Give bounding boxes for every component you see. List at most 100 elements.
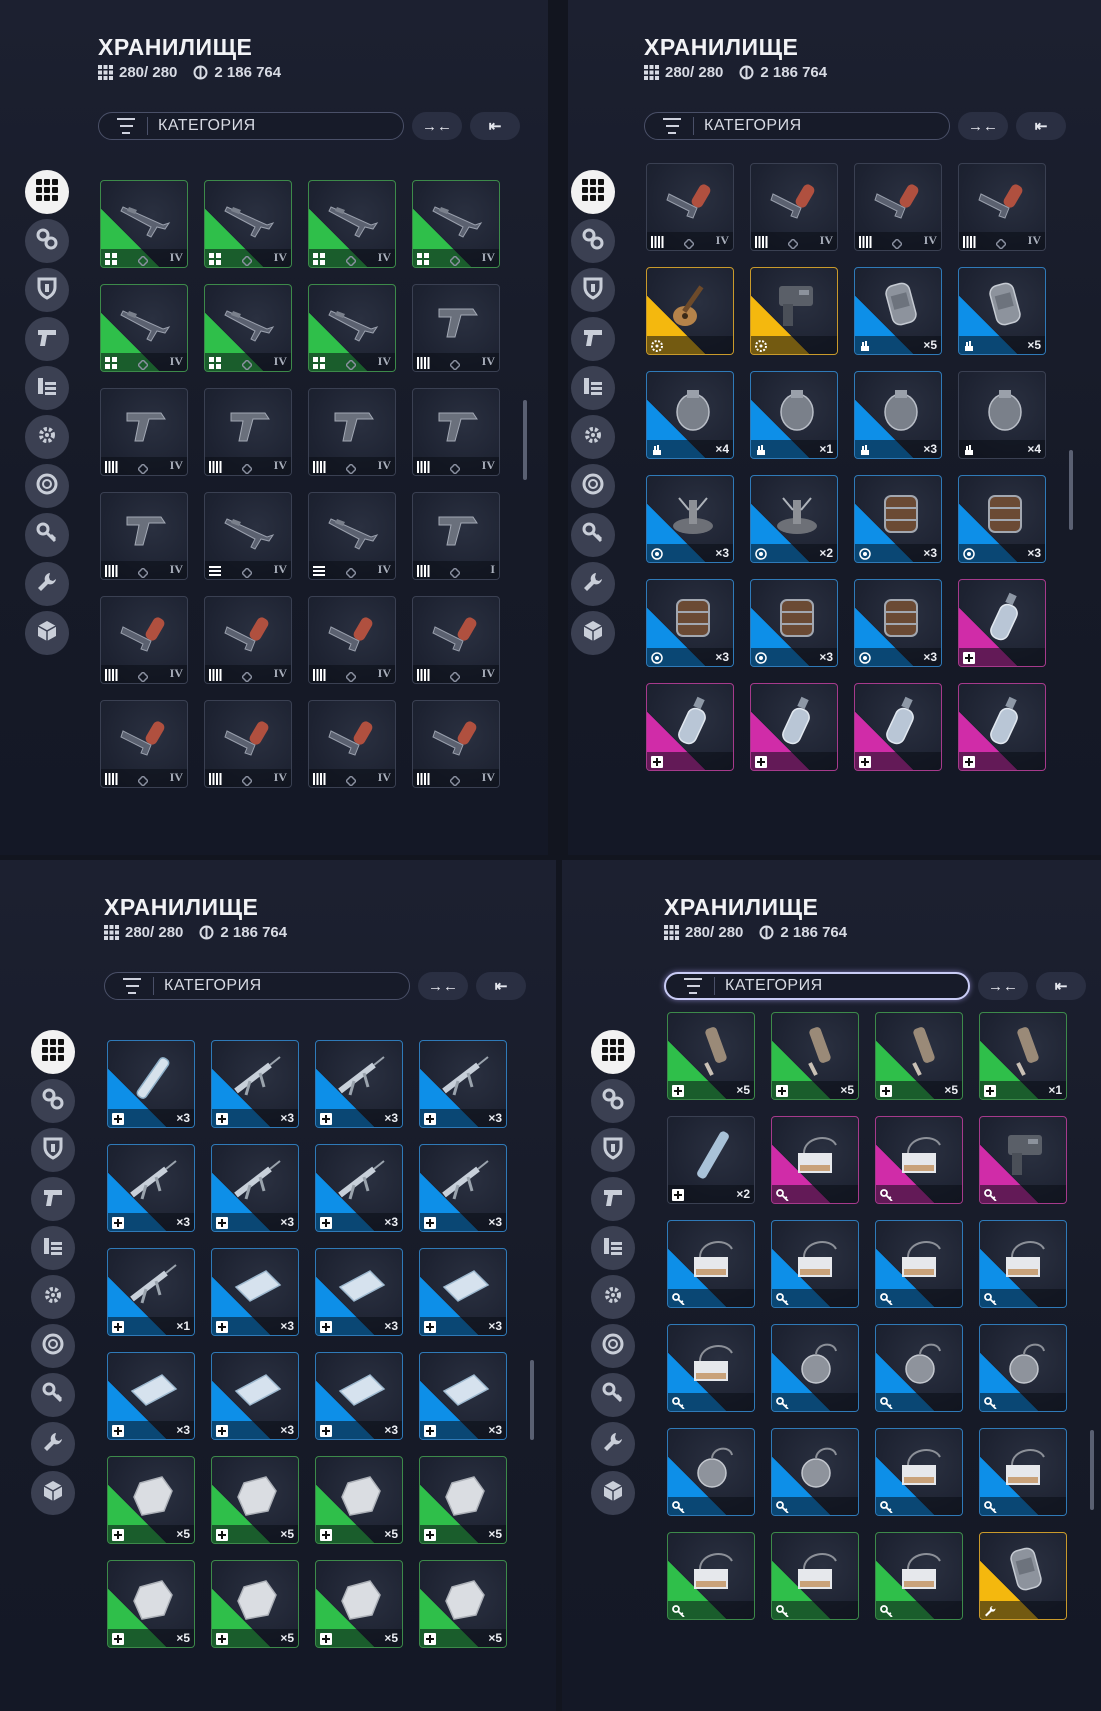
inventory-slot[interactable]: [875, 1220, 963, 1308]
inventory-slot[interactable]: ×2: [750, 475, 838, 563]
sidebar-ammo-button[interactable]: [591, 1226, 635, 1270]
inventory-slot[interactable]: IV: [204, 700, 292, 788]
sidebar-ammo-button[interactable]: [25, 366, 69, 410]
inventory-slot[interactable]: [771, 1220, 859, 1308]
inventory-slot[interactable]: ×3: [854, 475, 942, 563]
sidebar-crate-button[interactable]: [25, 611, 69, 655]
inventory-slot[interactable]: ×3: [646, 579, 734, 667]
inventory-slot[interactable]: ×3: [107, 1040, 195, 1128]
scrollbar[interactable]: [1069, 450, 1073, 530]
inventory-slot[interactable]: ×3: [419, 1248, 507, 1336]
inventory-slot[interactable]: [979, 1116, 1067, 1204]
sidebar-gear-parts-button[interactable]: [571, 415, 615, 459]
inventory-slot[interactable]: [979, 1324, 1067, 1412]
inventory-slot[interactable]: IV: [100, 388, 188, 476]
inventory-slot[interactable]: IV: [100, 284, 188, 372]
inventory-slot[interactable]: IV: [204, 388, 292, 476]
inventory-slot[interactable]: ×3: [646, 475, 734, 563]
sidebar-crate-button[interactable]: [31, 1471, 75, 1515]
inventory-slot[interactable]: ×3: [419, 1352, 507, 1440]
inventory-slot[interactable]: IV: [412, 596, 500, 684]
inventory-slot[interactable]: ×3: [315, 1040, 403, 1128]
inventory-slot[interactable]: ×1: [979, 1012, 1067, 1100]
sidebar-wrench-button[interactable]: [25, 562, 69, 606]
inventory-slot[interactable]: IV: [412, 284, 500, 372]
inventory-slot[interactable]: IV: [100, 492, 188, 580]
inventory-slot[interactable]: ×3: [419, 1040, 507, 1128]
inventory-slot[interactable]: IV: [100, 180, 188, 268]
inventory-slot[interactable]: [771, 1428, 859, 1516]
inventory-slot[interactable]: [875, 1532, 963, 1620]
sidebar-target-button[interactable]: [571, 464, 615, 508]
inventory-slot[interactable]: ×3: [211, 1352, 299, 1440]
inventory-slot[interactable]: ×3: [750, 579, 838, 667]
inventory-slot[interactable]: [771, 1324, 859, 1412]
sidebar-pistol-category-button[interactable]: [31, 1177, 75, 1221]
inventory-slot[interactable]: IV: [308, 492, 396, 580]
inventory-slot[interactable]: ×3: [854, 371, 942, 459]
inventory-slot[interactable]: [875, 1116, 963, 1204]
inventory-slot[interactable]: [646, 683, 734, 771]
inventory-slot[interactable]: IV: [204, 180, 292, 268]
inventory-slot[interactable]: [771, 1532, 859, 1620]
inventory-slot[interactable]: ×2: [667, 1116, 755, 1204]
sidebar-grid-button[interactable]: [31, 1030, 75, 1074]
sidebar-attachments-button[interactable]: [25, 219, 69, 263]
inventory-slot[interactable]: [750, 683, 838, 771]
sidebar-attachments-button[interactable]: [591, 1079, 635, 1123]
inventory-slot[interactable]: [958, 683, 1046, 771]
inventory-slot[interactable]: IV: [412, 700, 500, 788]
inventory-slot[interactable]: ×5: [875, 1012, 963, 1100]
inventory-slot[interactable]: [667, 1220, 755, 1308]
inventory-slot[interactable]: ×3: [211, 1248, 299, 1336]
sidebar-armor-button[interactable]: [571, 268, 615, 312]
inventory-slot[interactable]: ×3: [211, 1144, 299, 1232]
inventory-slot[interactable]: ×5: [419, 1560, 507, 1648]
collapse-button[interactable]: →←: [412, 112, 462, 140]
sidebar-ammo-button[interactable]: [31, 1226, 75, 1270]
sort-button[interactable]: ⇤: [1016, 112, 1066, 140]
inventory-slot[interactable]: ×5: [211, 1560, 299, 1648]
sidebar-grid-button[interactable]: [591, 1030, 635, 1074]
inventory-slot[interactable]: ×5: [315, 1560, 403, 1648]
inventory-slot[interactable]: IV: [204, 492, 292, 580]
sidebar-keys-button[interactable]: [571, 513, 615, 557]
inventory-slot[interactable]: ×3: [854, 579, 942, 667]
inventory-slot[interactable]: IV: [412, 388, 500, 476]
sidebar-wrench-button[interactable]: [31, 1422, 75, 1466]
sidebar-target-button[interactable]: [25, 464, 69, 508]
inventory-slot[interactable]: [875, 1324, 963, 1412]
inventory-slot[interactable]: ×5: [211, 1456, 299, 1544]
sidebar-armor-button[interactable]: [591, 1128, 635, 1172]
inventory-slot[interactable]: ×5: [667, 1012, 755, 1100]
inventory-slot[interactable]: [750, 267, 838, 355]
sidebar-gear-parts-button[interactable]: [31, 1275, 75, 1319]
inventory-slot[interactable]: IV: [308, 596, 396, 684]
inventory-slot[interactable]: ×4: [958, 371, 1046, 459]
scrollbar[interactable]: [1090, 1430, 1094, 1510]
inventory-slot[interactable]: [979, 1220, 1067, 1308]
inventory-slot[interactable]: [667, 1324, 755, 1412]
sidebar-crate-button[interactable]: [591, 1471, 635, 1515]
category-filter[interactable]: КАТЕГОРИЯ: [644, 112, 950, 140]
sort-button[interactable]: ⇤: [470, 112, 520, 140]
sidebar-target-button[interactable]: [31, 1324, 75, 1368]
inventory-slot[interactable]: IV: [958, 163, 1046, 251]
inventory-slot[interactable]: ×5: [107, 1456, 195, 1544]
scrollbar[interactable]: [530, 1360, 534, 1440]
inventory-slot[interactable]: [667, 1532, 755, 1620]
sidebar-armor-button[interactable]: [25, 268, 69, 312]
sidebar-gear-parts-button[interactable]: [25, 415, 69, 459]
inventory-slot[interactable]: ×3: [107, 1144, 195, 1232]
inventory-slot[interactable]: [958, 579, 1046, 667]
sidebar-wrench-button[interactable]: [571, 562, 615, 606]
inventory-slot[interactable]: ×5: [107, 1560, 195, 1648]
inventory-slot[interactable]: [854, 683, 942, 771]
inventory-slot[interactable]: [875, 1428, 963, 1516]
inventory-slot[interactable]: ×3: [315, 1248, 403, 1336]
inventory-slot[interactable]: ×5: [315, 1456, 403, 1544]
sidebar-keys-button[interactable]: [25, 513, 69, 557]
sidebar-pistol-category-button[interactable]: [591, 1177, 635, 1221]
inventory-slot[interactable]: ×3: [419, 1144, 507, 1232]
sidebar-grid-button[interactable]: [25, 170, 69, 214]
